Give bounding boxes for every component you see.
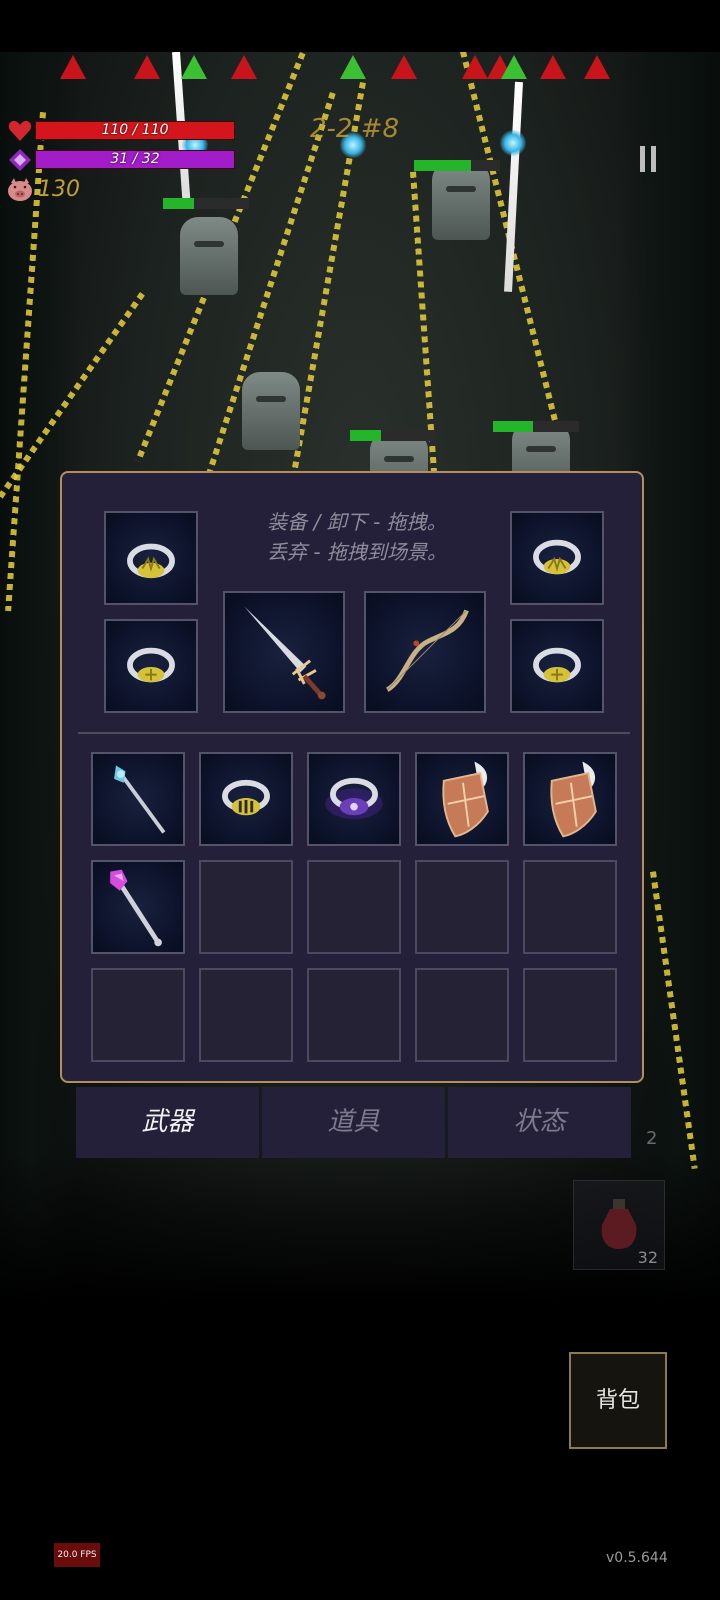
backpack-button[interactable]: 背包 (569, 1352, 667, 1449)
level-indicator: 2-2 #8 (310, 114, 400, 144)
pause-button[interactable] (638, 146, 658, 172)
equip-slot-weapon-bow[interactable] (364, 591, 486, 713)
inventory-slot-empty[interactable] (415, 860, 509, 954)
striped-ring-icon (222, 779, 270, 816)
inventory-panel: 装备 / 卸下 - 拖拽。 丢弃 - 拖拽到场景。 (60, 471, 644, 1083)
sword-icon (244, 606, 326, 700)
panel-divider (78, 732, 630, 734)
enemy-indicator-red (584, 55, 610, 79)
inventory-slot-empty[interactable] (91, 968, 185, 1062)
inventory-slot-empty[interactable] (523, 860, 617, 954)
gold-ring-icon (533, 539, 581, 575)
inventory-slot[interactable] (523, 752, 617, 846)
enemy-indicator-red (540, 55, 566, 79)
inventory-slot[interactable] (91, 860, 185, 954)
equip-slot-ring-4[interactable] (510, 619, 604, 713)
enemy-indicator-red (231, 55, 257, 79)
enemy-indicator-green (340, 55, 366, 79)
tab-weapons[interactable]: 武器 (76, 1087, 259, 1158)
gold-ring-icon (533, 647, 581, 683)
enemy-indicator-red (391, 55, 417, 79)
moai-statue-enemy (242, 372, 300, 450)
pink-crystal-staff-icon (110, 869, 162, 947)
equip-slot-weapon-sword[interactable] (223, 591, 345, 713)
enemy-health-bar (350, 430, 436, 441)
pig-coin-icon (8, 178, 32, 201)
light-beam (504, 81, 523, 292)
equip-slot-ring-1[interactable] (104, 511, 198, 605)
potion-icon (601, 1199, 637, 1249)
purple-ring-icon (325, 777, 383, 820)
moai-statue-enemy (432, 162, 490, 240)
enemy-indicator-red (134, 55, 160, 79)
potion-count: 32 (637, 1248, 658, 1267)
crystal-staff-icon (114, 765, 166, 834)
coin-count: 130 (38, 177, 80, 202)
mana-diamond-icon (9, 149, 31, 171)
inventory-slot[interactable] (91, 752, 185, 846)
inventory-slot-empty[interactable] (307, 860, 401, 954)
inventory-slot[interactable] (307, 752, 401, 846)
energy-orb (500, 130, 526, 156)
fps-counter: 20.0 FPS (54, 1543, 100, 1567)
inventory-slot-empty[interactable] (199, 968, 293, 1062)
winged-shield-icon (550, 761, 597, 838)
enemy-health-bar (163, 198, 249, 209)
inventory-slot[interactable] (415, 752, 509, 846)
inventory-slot-empty[interactable] (199, 860, 293, 954)
enemy-health-bar (493, 421, 579, 432)
mana-bar: 31 / 32 (35, 150, 235, 169)
equip-slot-ring-3[interactable] (510, 511, 604, 605)
enemy-health-bar (414, 160, 500, 171)
enemy-indicator-green (501, 55, 527, 79)
inventory-slot-empty[interactable] (307, 968, 401, 1062)
inventory-slot-empty[interactable] (523, 968, 617, 1062)
enemy-indicator-green (181, 55, 207, 79)
side-counter: 2 (646, 1128, 658, 1149)
inventory-slot-empty[interactable] (415, 968, 509, 1062)
equip-slot-ring-2[interactable] (104, 619, 198, 713)
health-bar: 110 / 110 (35, 121, 235, 140)
bow-icon (385, 609, 469, 692)
mana-text: 31 / 32 (110, 151, 160, 167)
tab-status[interactable]: 状态 (448, 1087, 631, 1158)
inventory-slot[interactable] (199, 752, 293, 846)
gold-ring-icon (127, 543, 175, 579)
potion-quick-slot[interactable]: 32 (573, 1180, 665, 1270)
enemy-indicator-red (60, 55, 86, 79)
version-label: v0.5.644 (606, 1550, 668, 1566)
heart-icon (8, 120, 32, 141)
gold-ring-icon (127, 647, 175, 683)
health-text: 110 / 110 (101, 122, 169, 138)
enemy-indicator-red (462, 55, 488, 79)
winged-shield-icon (442, 761, 489, 838)
moai-statue-enemy (180, 217, 238, 295)
hint-drop: 丢弃 - 拖拽到场景。 (267, 540, 447, 564)
tab-items[interactable]: 道具 (262, 1087, 445, 1158)
hint-equip: 装备 / 卸下 - 拖拽。 (267, 510, 447, 534)
